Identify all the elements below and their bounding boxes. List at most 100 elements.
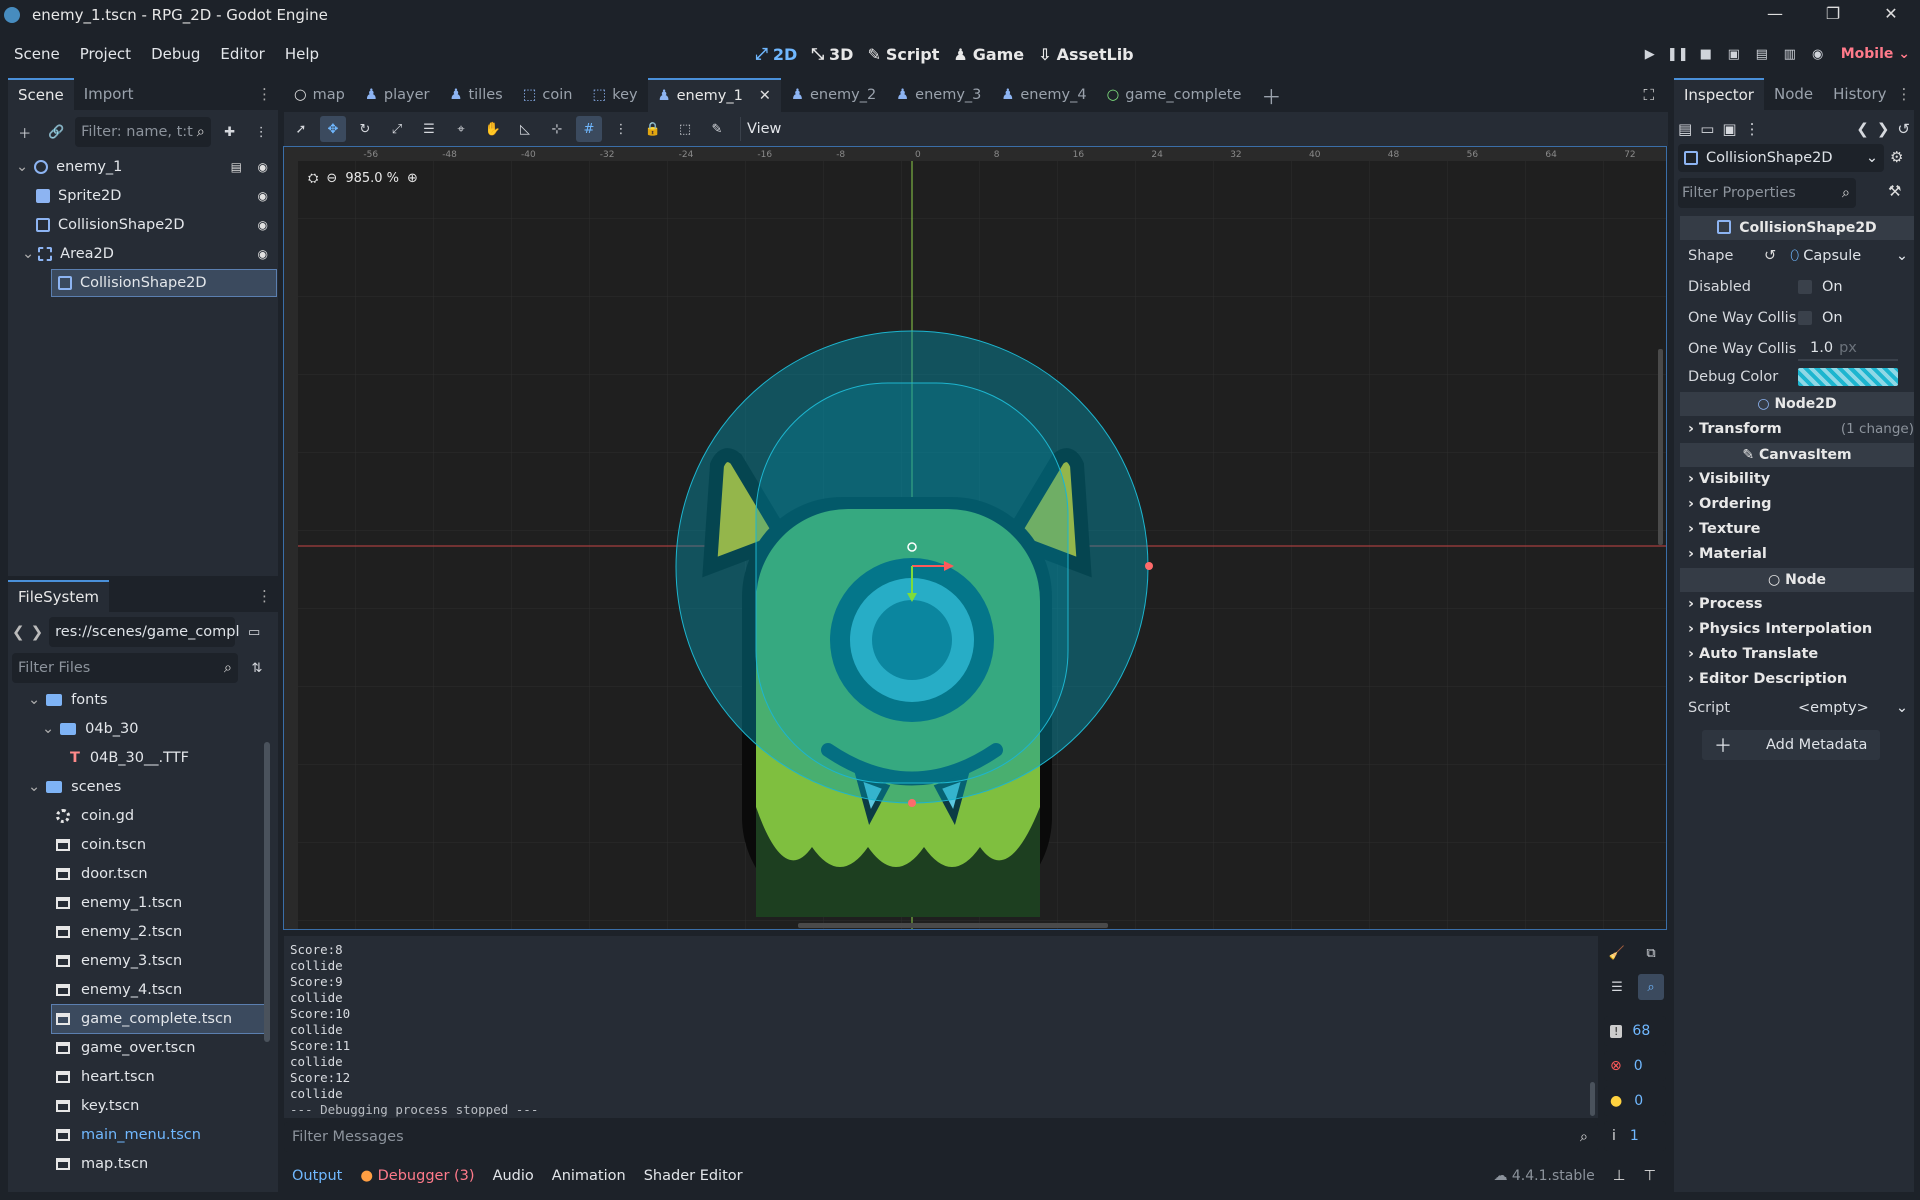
new-resource-icon[interactable]: ▤ <box>1678 120 1692 138</box>
folder-04b30[interactable]: ⌄ 04b_30 <box>42 715 139 743</box>
lock-icon[interactable]: 🔒 <box>640 116 666 142</box>
clear-output-icon[interactable]: 🧹 <box>1604 940 1630 966</box>
tree-node-sprite2d[interactable]: Sprite2D ◉ <box>36 183 276 209</box>
scene-options-icon[interactable]: ⋮ <box>248 119 274 145</box>
zoom-out-icon[interactable]: ⊖ <box>326 171 337 186</box>
main-3d-button[interactable]: ⤡ 3D <box>811 44 853 64</box>
group-physics-interpolation[interactable]: › Physics Interpolation <box>1688 621 1872 637</box>
object-selector[interactable]: CollisionShape2D ⌄ <box>1678 144 1884 172</box>
smart-snap-icon[interactable]: ⊹ <box>544 116 570 142</box>
movie-maker-icon[interactable]: ◉ <box>1807 43 1829 65</box>
debug-color-swatch[interactable] <box>1798 368 1898 386</box>
file-coin-tscn[interactable]: coin.tscn <box>56 831 146 859</box>
tab-enemy-4[interactable]: ♟ enemy_4 <box>991 78 1096 112</box>
chevron-down-icon[interactable]: ⌄ <box>1896 700 1908 716</box>
collapse-icon[interactable]: ☰ <box>1604 974 1630 1000</box>
tab-tilles[interactable]: ♟ tilles <box>439 78 512 112</box>
open-folder-icon[interactable]: ▭ <box>1700 120 1714 138</box>
more-icon[interactable]: ⋮ <box>1745 120 1760 138</box>
menu-debug[interactable]: Debug <box>141 45 210 63</box>
attach-script-icon[interactable]: ✚ <box>217 119 243 145</box>
tab-enemy-1[interactable]: ♟ enemy_1 ✕ <box>647 78 781 112</box>
tree-node-area2d[interactable]: ⌄ Area2D ◉ <box>22 241 276 267</box>
file-enemy1-tscn[interactable]: enemy_1.tscn <box>56 889 182 917</box>
dock-menu-icon[interactable]: ⋮ <box>1897 85 1912 103</box>
play-custom-scene-icon[interactable]: ▥ <box>1779 43 1801 65</box>
scale-tool-icon[interactable]: ⤢ <box>384 116 410 142</box>
folder-scenes[interactable]: ⌄ scenes <box>28 773 121 801</box>
instance-scene-icon[interactable]: 🔗 <box>44 119 70 145</box>
list-select-icon[interactable]: ☰ <box>416 116 442 142</box>
file-enemy4-tscn[interactable]: enemy_4.tscn <box>56 976 182 1004</box>
file-map-tscn[interactable]: map.tscn <box>56 1150 148 1178</box>
visibility-eye-icon[interactable]: ◉ <box>258 189 268 203</box>
file-game-complete-tscn[interactable]: game_complete.tscn <box>51 1004 269 1034</box>
remote-deploy-icon[interactable]: ▣ <box>1723 43 1745 65</box>
menu-editor[interactable]: Editor <box>210 45 274 63</box>
add-tab-button[interactable]: ＋ <box>1251 78 1291 112</box>
renderer-select[interactable]: Mobile ⌄ <box>1841 46 1910 62</box>
minimize-icon[interactable]: — <box>1746 0 1804 30</box>
output-log[interactable]: Score:8 collide Score:9 collide Score:10… <box>284 936 1598 1118</box>
error-count-toggle[interactable]: ⊗ 0 <box>1604 1051 1666 1081</box>
distraction-free-icon[interactable]: ⛶ <box>1643 86 1654 104</box>
tab-import[interactable]: Import <box>74 78 144 110</box>
group-process[interactable]: › Process <box>1688 596 1762 612</box>
tab-map[interactable]: ○ map <box>284 78 355 112</box>
canvas-viewport[interactable]: -56 -48 -40 -32 -24 -16 -8 0 8 16 24 32 40 48 56 64 72 <box>283 146 1667 930</box>
file-game-over-tscn[interactable]: game_over.tscn <box>56 1034 195 1062</box>
tab-node[interactable]: Node <box>1764 78 1823 110</box>
file-coin-gd[interactable]: coin.gd <box>56 802 134 830</box>
tab-animation[interactable]: Animation <box>552 1168 626 1184</box>
script-value[interactable]: <empty> <box>1798 700 1869 716</box>
split-mode-icon[interactable]: ▭ <box>241 619 267 645</box>
main-2d-button[interactable]: ⤢ 2D <box>755 44 797 64</box>
dock-menu-icon[interactable]: ⋮ <box>257 85 272 103</box>
tab-output[interactable]: Output <box>292 1168 342 1184</box>
tree-node-enemy-1[interactable]: ⌄ enemy_1 ▤ ◉ <box>16 154 276 180</box>
disabled-checkbox[interactable] <box>1798 280 1812 294</box>
file-font[interactable]: T 04B_30__.TTF <box>70 744 189 772</box>
message-count-toggle[interactable]: ! 68 <box>1604 1016 1666 1046</box>
filesystem-scrollbar[interactable] <box>264 742 270 1042</box>
shape-resource-picker[interactable]: ⬯ Capsule <box>1790 248 1861 264</box>
zoom-in-icon[interactable]: ⊕ <box>407 171 418 186</box>
visibility-eye-icon[interactable]: ◉ <box>258 218 268 232</box>
view-menu[interactable]: View <box>740 117 787 141</box>
pin-icon[interactable]: ⊥ <box>1613 1168 1626 1184</box>
tab-scene[interactable]: Scene <box>8 78 74 110</box>
add-node-icon[interactable]: ＋ <box>12 119 38 145</box>
file-key-tscn[interactable]: key.tscn <box>56 1092 139 1120</box>
group-material[interactable]: › Material <box>1688 546 1767 562</box>
pivot-tool-icon[interactable]: ⌖ <box>448 116 474 142</box>
script-attached-icon[interactable]: ▤ <box>231 160 242 174</box>
tab-audio[interactable]: Audio <box>493 1168 534 1184</box>
move-tool-icon[interactable]: ✥ <box>320 116 346 142</box>
add-metadata-button[interactable]: ＋ Add Metadata <box>1702 730 1880 760</box>
group-visibility[interactable]: › Visibility <box>1688 471 1770 487</box>
tab-shader-editor[interactable]: Shader Editor <box>644 1168 743 1184</box>
history-back-icon[interactable]: ❮ <box>1856 120 1869 138</box>
pan-tool-icon[interactable]: ✋ <box>480 116 506 142</box>
info-count-toggle[interactable]: i1 <box>1604 1121 1666 1151</box>
rotate-tool-icon[interactable]: ↻ <box>352 116 378 142</box>
margin-spinbox[interactable]: 1.0 px <box>1798 337 1898 361</box>
tree-node-collisionshape2d-selected[interactable]: CollisionShape2D ◉ <box>51 269 298 297</box>
file-heart-tscn[interactable]: heart.tscn <box>56 1063 155 1091</box>
back-icon[interactable]: ❮ <box>12 623 25 641</box>
group-transform[interactable]: › Transform (1 change) <box>1688 421 1914 437</box>
sort-icon[interactable]: ⇅ <box>244 655 270 681</box>
revert-icon[interactable]: ↺ <box>1764 248 1776 264</box>
chevron-down-icon[interactable]: ⌄ <box>1896 248 1908 264</box>
search-icon[interactable]: ⌕ <box>1638 974 1664 1000</box>
group-icon[interactable]: ⬚ <box>672 116 698 142</box>
close-icon[interactable]: ✕ <box>1862 0 1920 30</box>
file-enemy3-tscn[interactable]: enemy_3.tscn <box>56 947 182 975</box>
file-enemy2-tscn[interactable]: enemy_2.tscn <box>56 918 182 946</box>
save-icon[interactable]: ▣ <box>1722 120 1736 138</box>
pause-icon[interactable]: ❚❚ <box>1667 43 1689 65</box>
main-game-button[interactable]: ♟ Game <box>953 45 1024 64</box>
menu-scene[interactable]: Scene <box>4 45 70 63</box>
play-scene-icon[interactable]: ▤ <box>1751 43 1773 65</box>
close-tab-icon[interactable]: ✕ <box>759 88 771 104</box>
